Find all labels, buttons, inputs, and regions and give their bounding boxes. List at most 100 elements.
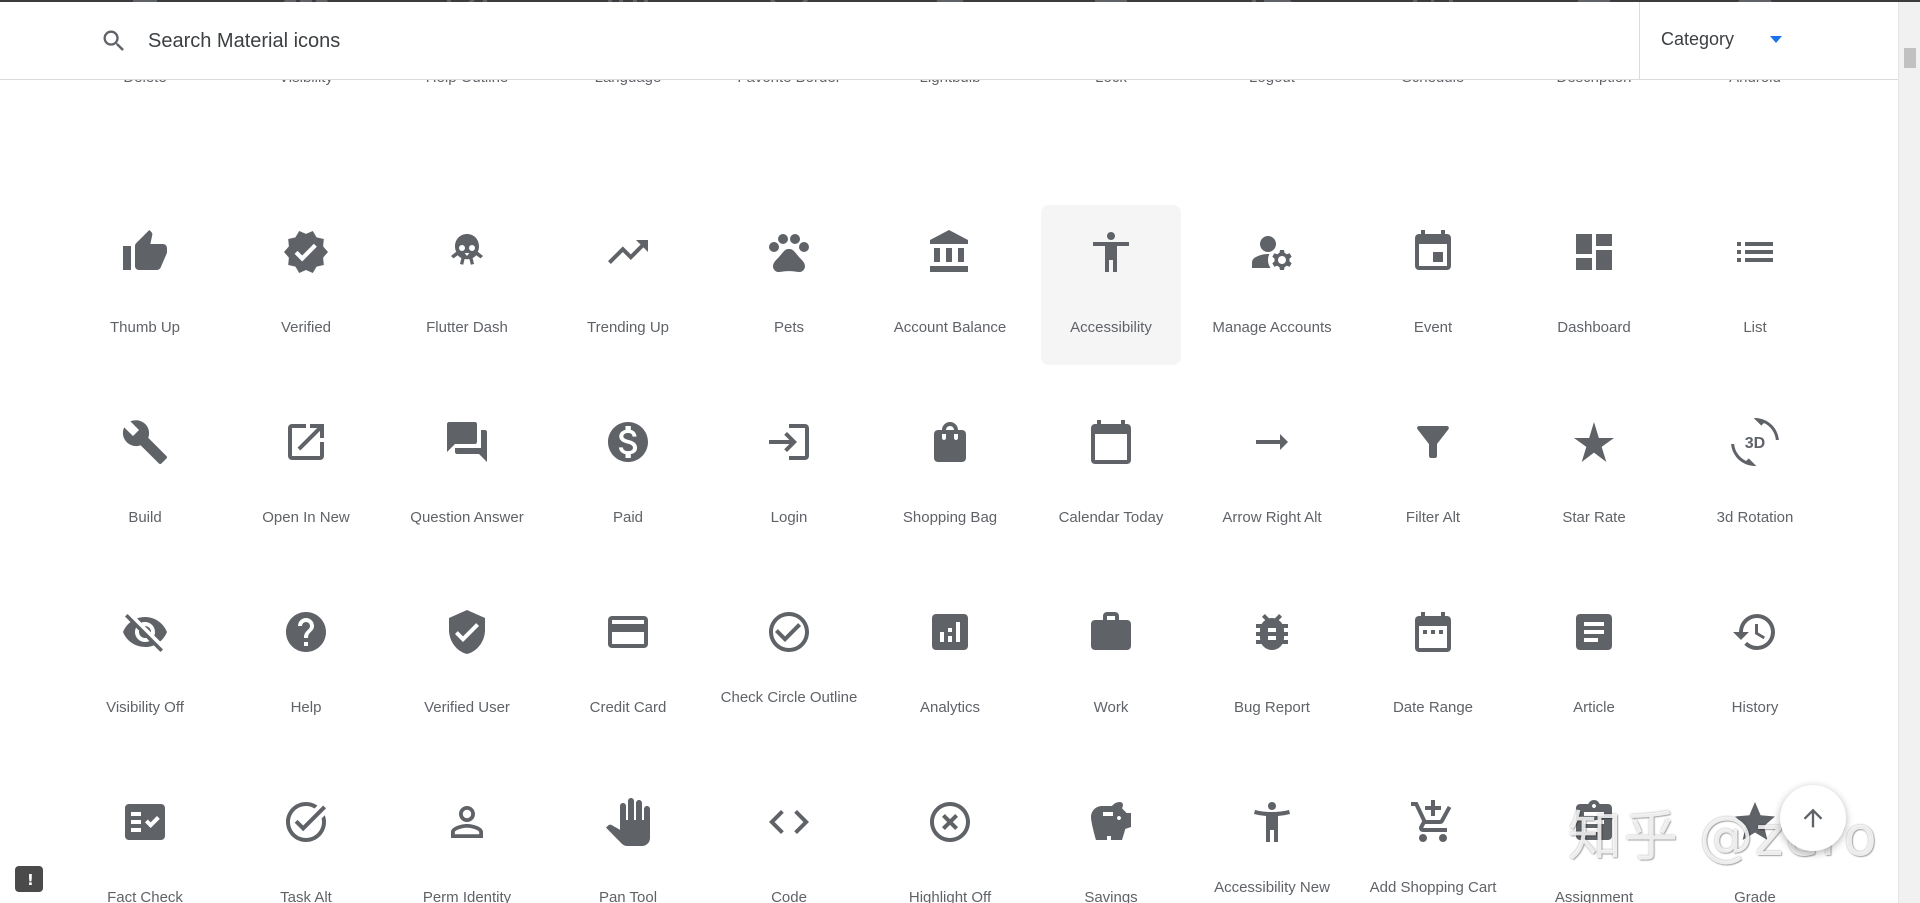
login-icon	[765, 418, 813, 466]
icon-tile[interactable]: Thumb Up	[75, 205, 215, 365]
fact-check-icon	[121, 798, 169, 846]
icon-tile[interactable]: Date Range	[1363, 585, 1503, 745]
icon-tile[interactable]: Star Rate	[1524, 395, 1664, 555]
icon-tile[interactable]: Paid	[558, 395, 698, 555]
icon-tile[interactable]: Bug Report	[1202, 585, 1342, 745]
icon-label: Accessibility	[1070, 319, 1152, 336]
history-icon	[1731, 608, 1779, 656]
svg-text:3D: 3D	[1745, 435, 1765, 452]
icon-grid: DeleteVisibilityHelp OutlineLanguageFavo…	[0, 0, 1898, 903]
icon-label: Accessibility New	[1214, 879, 1330, 896]
back-to-top-button[interactable]	[1780, 785, 1846, 851]
verified-user-icon	[443, 608, 491, 656]
icon-tile[interactable]: Analytics	[880, 585, 1020, 745]
icon-label: Paid	[612, 509, 644, 526]
category-dropdown[interactable]: Category	[1640, 2, 1898, 80]
feedback-button[interactable]: !	[15, 866, 43, 892]
thumb-up-icon	[121, 228, 169, 276]
open-in-new-icon	[282, 418, 330, 466]
manage-accounts-icon	[1248, 228, 1296, 276]
icon-tile[interactable]: Login	[719, 395, 859, 555]
pan-tool-icon	[604, 798, 652, 846]
icon-label: Pan Tool	[598, 889, 658, 903]
icon-tile[interactable]: Question Answer	[397, 395, 537, 555]
trending-up-icon	[604, 228, 652, 276]
account-balance-icon	[926, 228, 974, 276]
icon-label: Manage Accounts	[1212, 319, 1332, 336]
icon-tile[interactable]: Assignment	[1524, 775, 1664, 903]
icon-tile[interactable]: Verified User	[397, 585, 537, 745]
icon-tile[interactable]: Build	[75, 395, 215, 555]
check-circle-outline-icon	[765, 608, 813, 656]
icon-tile[interactable]: Accessibility	[1041, 205, 1181, 365]
icon-label: Filter Alt	[1405, 509, 1461, 526]
icon-label: Fact Check	[107, 889, 183, 903]
arrow-upward-icon	[1803, 808, 1823, 828]
icon-tile[interactable]: Event	[1363, 205, 1503, 365]
icon-tile[interactable]: Savings	[1041, 775, 1181, 903]
icon-tile[interactable]: Accessibility New	[1202, 775, 1342, 903]
icon-tile[interactable]: Check Circle Outline	[719, 585, 859, 745]
icon-tile[interactable]: Perm Identity	[397, 775, 537, 903]
icon-label: Credit Card	[589, 699, 667, 716]
search-input[interactable]	[148, 22, 1608, 60]
icon-tile[interactable]: Filter Alt	[1363, 395, 1503, 555]
icon-tile[interactable]: Task Alt	[236, 775, 376, 903]
icon-tile[interactable]: Trending Up	[558, 205, 698, 365]
icon-label: Arrow Right Alt	[1222, 509, 1322, 526]
task-alt-icon	[282, 798, 330, 846]
search-icon	[100, 27, 128, 55]
icon-tile[interactable]: Highlight Off	[880, 775, 1020, 903]
event-icon	[1409, 228, 1457, 276]
flutter-dash-icon	[443, 228, 491, 276]
icon-tile[interactable]: Add Shopping Cart	[1363, 775, 1503, 903]
icon-label: Help	[290, 699, 322, 716]
verified-icon	[282, 228, 330, 276]
icon-tile[interactable]: Pets	[719, 205, 859, 365]
icon-tile[interactable]: Verified	[236, 205, 376, 365]
analytics-icon	[926, 608, 974, 656]
icon-tile[interactable]: History	[1685, 585, 1825, 745]
icon-label: Thumb Up	[109, 319, 181, 336]
icon-label: Dashboard	[1557, 319, 1631, 336]
icon-label: Open In New	[262, 509, 350, 526]
icon-tile[interactable]: Arrow Right Alt	[1202, 395, 1342, 555]
feedback-icon: !	[27, 871, 34, 889]
icon-tile[interactable]: Flutter Dash	[397, 205, 537, 365]
icon-label: 3d Rotation	[1716, 509, 1794, 526]
icon-tile[interactable]: Pan Tool	[558, 775, 698, 903]
add-shopping-cart-icon	[1409, 798, 1457, 846]
icon-tile[interactable]: 3D 3d Rotation	[1685, 395, 1825, 555]
calendar-today-icon	[1087, 418, 1135, 466]
icon-tile[interactable]: Open In New	[236, 395, 376, 555]
icon-tile[interactable]: Work	[1041, 585, 1181, 745]
bug-report-icon	[1248, 608, 1296, 656]
icon-tile[interactable]: Code	[719, 775, 859, 903]
shopping-bag-icon	[926, 418, 974, 466]
icon-tile[interactable]: Dashboard	[1524, 205, 1664, 365]
star-rate-icon	[1570, 418, 1618, 466]
category-label: Category	[1661, 29, 1735, 49]
chevron-down-icon	[1770, 36, 1782, 43]
code-icon	[765, 798, 813, 846]
icon-tile[interactable]: Credit Card	[558, 585, 698, 745]
credit-card-icon	[604, 608, 652, 656]
icon-label: Question Answer	[410, 509, 524, 526]
icon-label: Code	[771, 889, 807, 903]
icon-tile[interactable]: Article	[1524, 585, 1664, 745]
scrollbar[interactable]	[1898, 2, 1920, 903]
icon-tile[interactable]: Help	[236, 585, 376, 745]
icon-label: Task Alt	[280, 889, 332, 903]
accessibility-icon	[1087, 228, 1135, 276]
icon-tile[interactable]: Manage Accounts	[1202, 205, 1342, 365]
icon-tile[interactable]: Fact Check	[75, 775, 215, 903]
highlight-off-icon	[926, 798, 974, 846]
icon-tile[interactable]: Shopping Bag	[880, 395, 1020, 555]
icon-tile[interactable]: Calendar Today	[1041, 395, 1181, 555]
icon-tile[interactable]: List	[1685, 205, 1825, 365]
icon-label: Highlight Off	[908, 889, 992, 903]
scrollbar-thumb[interactable]	[1904, 48, 1916, 68]
icon-label: Savings	[1084, 889, 1138, 903]
icon-tile[interactable]: Visibility Off	[75, 585, 215, 745]
icon-tile[interactable]: Account Balance	[880, 205, 1020, 365]
